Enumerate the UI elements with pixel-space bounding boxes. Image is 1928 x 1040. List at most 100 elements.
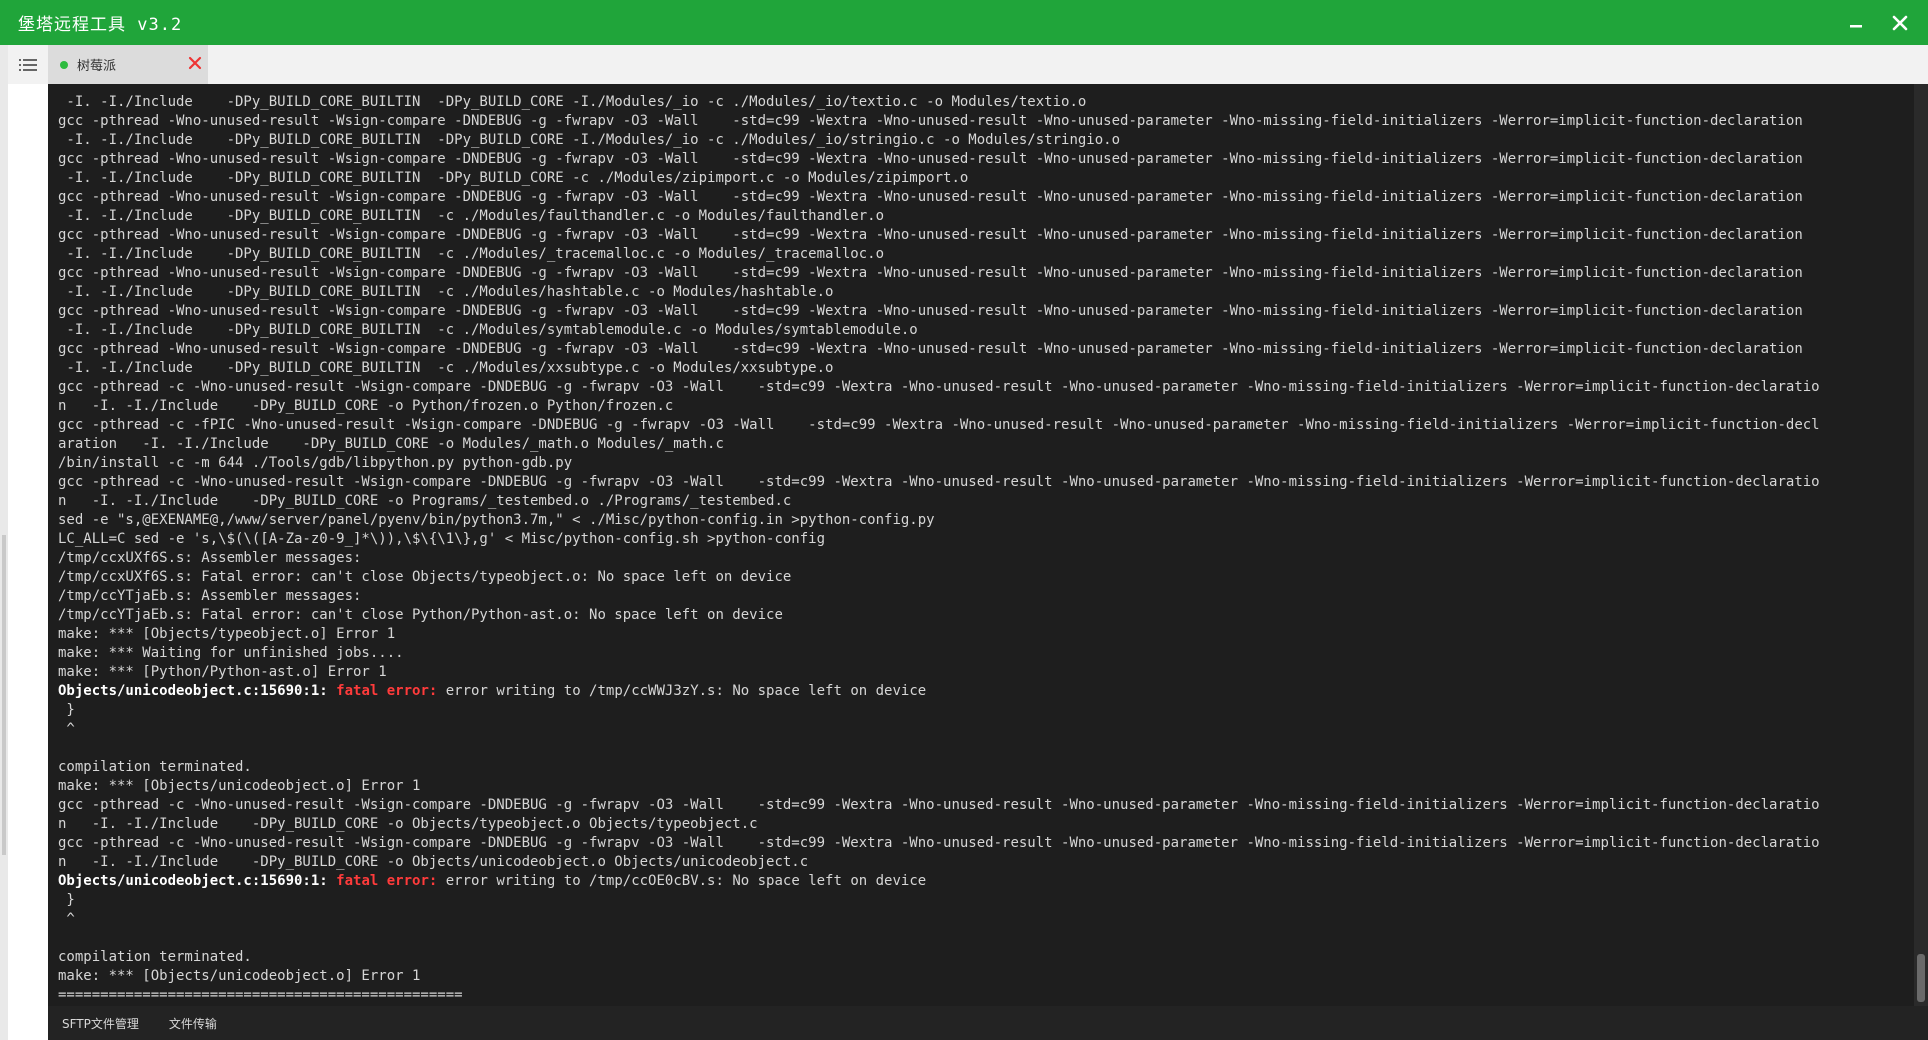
line-text: gcc -pthread -Wno-unused-result -Wsign-c… <box>58 265 1803 281</box>
error-label: error: <box>386 873 438 889</box>
minimize-icon <box>1850 24 1862 27</box>
left-edge-scroll-indicator <box>2 535 6 855</box>
line-text: aration -I. -I./Include -DPy_BUILD_CORE … <box>58 436 724 452</box>
line-text: gcc -pthread -Wno-unused-result -Wsign-c… <box>58 151 1803 167</box>
line-text: ^ <box>58 911 75 927</box>
line-text: /tmp/ccYTjaEb.s: Assembler messages: <box>58 588 362 604</box>
terminal-line: gcc -pthread -Wno-unused-result -Wsign-c… <box>58 150 1908 169</box>
window-title: 堡塔远程工具 v3.2 <box>18 15 183 35</box>
line-text: gcc -pthread -c -Wno-unused-result -Wsig… <box>58 835 1820 851</box>
terminal-line: Objects/unicodeobject.c:15690:1: fatal e… <box>58 872 1908 891</box>
error-location: Objects/unicodeobject.c:15690:1: <box>58 873 328 889</box>
terminal-line: gcc -pthread -Wno-unused-result -Wsign-c… <box>58 112 1908 131</box>
terminal-line: LC_ALL=C sed -e 's,\$(\([A-Za-z0-9_]*\))… <box>58 530 1908 549</box>
terminal-line: /bin/install -c -m 644 ./Tools/gdb/libpy… <box>58 454 1908 473</box>
line-text: gcc -pthread -c -Wno-unused-result -Wsig… <box>58 797 1820 813</box>
line-text: -I. -I./Include -DPy_BUILD_CORE_BUILTIN … <box>58 246 885 262</box>
tab-label: 树莓派 <box>77 59 117 74</box>
line-text: sed -e "s,@EXENAME@,/www/server/panel/py… <box>58 512 935 528</box>
terminal-line: -I. -I./Include -DPy_BUILD_CORE_BUILTIN … <box>58 207 1908 226</box>
line-text: make: *** Waiting for unfinished jobs...… <box>58 645 404 661</box>
terminal-line: ^ <box>58 720 1908 739</box>
terminal-line: sed -e "s,@EXENAME@,/www/server/panel/py… <box>58 511 1908 530</box>
bottom-toolbar: SFTP文件管理 文件传输 <box>48 1006 1928 1040</box>
line-text: -I. -I./Include -DPy_BUILD_CORE_BUILTIN … <box>58 94 1087 110</box>
line-text: gcc -pthread -c -Wno-unused-result -Wsig… <box>58 474 1820 490</box>
line-text: ^ <box>58 721 75 737</box>
separator <box>378 683 386 699</box>
terminal-line: gcc -pthread -Wno-unused-result -Wsign-c… <box>58 302 1908 321</box>
terminal-line: gcc -pthread -c -Wno-unused-result -Wsig… <box>58 796 1908 815</box>
line-text: gcc -pthread -c -fPIC -Wno-unused-result… <box>58 417 1820 433</box>
tab-close-button[interactable] <box>188 55 202 74</box>
line-text: n -I. -I./Include -DPy_BUILD_CORE -o Obj… <box>58 816 758 832</box>
line-text: -I. -I./Include -DPy_BUILD_CORE_BUILTIN … <box>58 208 885 224</box>
scrollbar-thumb[interactable] <box>1917 954 1925 1002</box>
session-tabs: 树莓派 <box>48 45 1928 84</box>
terminal-area[interactable]: -I. -I./Include -DPy_BUILD_CORE_BUILTIN … <box>48 84 1928 1006</box>
file-transfer-button[interactable]: 文件传输 <box>169 1015 217 1032</box>
line-text: compilation terminated. <box>58 949 252 965</box>
terminal-scrollbar[interactable] <box>1914 84 1928 1006</box>
terminal-line: n -I. -I./Include -DPy_BUILD_CORE -o Obj… <box>58 853 1908 872</box>
line-text: n -I. -I./Include -DPy_BUILD_CORE -o Obj… <box>58 854 809 870</box>
terminal-line: /tmp/ccxUXf6S.s: Fatal error: can't clos… <box>58 568 1908 587</box>
separator <box>328 873 336 889</box>
list-menu-icon <box>19 58 37 71</box>
terminal-line: n -I. -I./Include -DPy_BUILD_CORE -o Obj… <box>58 815 1908 834</box>
close-window-button[interactable] <box>1878 0 1922 45</box>
line-text: -I. -I./Include -DPy_BUILD_CORE_BUILTIN … <box>58 170 969 186</box>
terminal-line: gcc -pthread -c -Wno-unused-result -Wsig… <box>58 473 1908 492</box>
line-text: gcc -pthread -Wno-unused-result -Wsign-c… <box>58 341 1803 357</box>
line-text: gcc -pthread -Wno-unused-result -Wsign-c… <box>58 189 1803 205</box>
terminal-line: -I. -I./Include -DPy_BUILD_CORE_BUILTIN … <box>58 245 1908 264</box>
error-message: error writing to /tmp/ccWWJ3zY.s: No spa… <box>437 683 927 699</box>
error-location: Objects/unicodeobject.c:15690:1: <box>58 683 328 699</box>
line-text: } <box>58 702 75 718</box>
error-message: error writing to /tmp/ccOE0cBV.s: No spa… <box>437 873 927 889</box>
terminal-line: gcc -pthread -Wno-unused-result -Wsign-c… <box>58 264 1908 283</box>
terminal-line: compilation terminated. <box>58 948 1908 967</box>
terminal-line: make: *** [Objects/typeobject.o] Error 1 <box>58 625 1908 644</box>
sftp-file-manager-button[interactable]: SFTP文件管理 <box>62 1015 139 1032</box>
line-text: -I. -I./Include -DPy_BUILD_CORE_BUILTIN … <box>58 322 918 338</box>
error-label: error: <box>386 683 438 699</box>
close-tab-icon <box>188 56 202 70</box>
line-text: } <box>58 892 75 908</box>
terminal-line: /tmp/ccxUXf6S.s: Assembler messages: <box>58 549 1908 568</box>
line-text: gcc -pthread -Wno-unused-result -Wsign-c… <box>58 303 1803 319</box>
line-text: -I. -I./Include -DPy_BUILD_CORE_BUILTIN … <box>58 284 834 300</box>
minimize-button[interactable] <box>1834 0 1878 45</box>
terminal-output: -I. -I./Include -DPy_BUILD_CORE_BUILTIN … <box>58 93 1908 1006</box>
close-icon <box>1892 15 1908 30</box>
line-text: make: *** [Python/Python-ast.o] Error 1 <box>58 664 387 680</box>
tab-raspberry-pi[interactable]: 树莓派 <box>48 45 208 84</box>
terminal-line: ^ <box>58 910 1908 929</box>
line-text: gcc -pthread -Wno-unused-result -Wsign-c… <box>58 113 1803 129</box>
terminal-line: gcc -pthread -c -Wno-unused-result -Wsig… <box>58 834 1908 853</box>
terminal-line: make: *** [Python/Python-ast.o] Error 1 <box>58 663 1908 682</box>
line-text: n -I. -I./Include -DPy_BUILD_CORE -o Pyt… <box>58 398 674 414</box>
line-text: -I. -I./Include -DPy_BUILD_CORE_BUILTIN … <box>58 132 1121 148</box>
session-list-toggle[interactable] <box>8 45 48 84</box>
line-text: /bin/install -c -m 644 ./Tools/gdb/libpy… <box>58 455 573 471</box>
fatal-label: fatal <box>336 873 379 889</box>
terminal-line: /tmp/ccYTjaEb.s: Assembler messages: <box>58 587 1908 606</box>
terminal-line: make: *** [Objects/unicodeobject.o] Erro… <box>58 967 1908 986</box>
terminal-line: make: *** Waiting for unfinished jobs...… <box>58 644 1908 663</box>
line-text: /tmp/ccxUXf6S.s: Assembler messages: <box>58 550 362 566</box>
line-text: gcc -pthread -Wno-unused-result -Wsign-c… <box>58 227 1803 243</box>
line-text: n -I. -I./Include -DPy_BUILD_CORE -o Pro… <box>58 493 792 509</box>
line-text: gcc -pthread -c -Wno-unused-result -Wsig… <box>58 379 1820 395</box>
terminal-line: gcc -pthread -Wno-unused-result -Wsign-c… <box>58 188 1908 207</box>
terminal-line: n -I. -I./Include -DPy_BUILD_CORE -o Pyt… <box>58 397 1908 416</box>
connected-dot-icon <box>60 60 68 69</box>
terminal-line: n -I. -I./Include -DPy_BUILD_CORE -o Pro… <box>58 492 1908 511</box>
line-text: make: *** [Objects/unicodeobject.o] Erro… <box>58 968 421 984</box>
left-edge-panel <box>0 45 8 1040</box>
separator <box>378 873 386 889</box>
terminal-line: /tmp/ccYTjaEb.s: Fatal error: can't clos… <box>58 606 1908 625</box>
terminal-line: Objects/unicodeobject.c:15690:1: fatal e… <box>58 682 1908 701</box>
terminal-line: ========================================… <box>58 986 1908 1005</box>
